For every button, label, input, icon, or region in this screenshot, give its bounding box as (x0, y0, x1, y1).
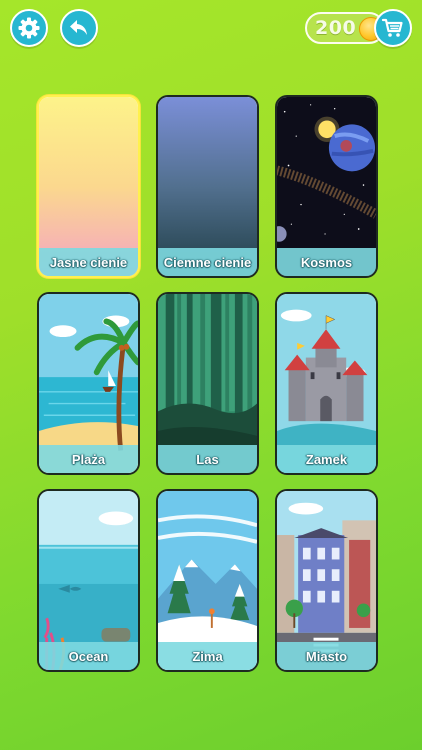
theme-label: Ciemne cienie (163, 254, 252, 270)
theme-card-city[interactable]: Miasto (275, 489, 378, 672)
theme-card-beach[interactable]: Plaża (37, 292, 140, 475)
theme-label-bar: Zamek (277, 445, 376, 473)
theme-label-bar: Zima (158, 642, 257, 670)
theme-label: Las (196, 451, 219, 467)
gear-icon (18, 17, 40, 39)
theme-label-bar: Miasto (277, 642, 376, 670)
theme-label-bar: Las (158, 445, 257, 473)
theme-label: Miasto (305, 648, 348, 664)
theme-card-ocean[interactable]: Ocean (37, 489, 140, 672)
theme-label-bar: Jasne cienie (39, 248, 138, 276)
theme-label: Zima (192, 648, 223, 664)
settings-button[interactable] (10, 9, 48, 47)
theme-label: Zamek (305, 451, 348, 467)
theme-label-bar: Ocean (39, 642, 138, 670)
back-button[interactable] (60, 9, 98, 47)
theme-card-space[interactable]: Kosmos (275, 95, 378, 278)
theme-label: Jasne cienie (49, 254, 128, 270)
theme-card-castle[interactable]: Zamek (275, 292, 378, 475)
theme-label: Ocean (68, 648, 109, 664)
theme-label-bar: Ciemne cienie (158, 248, 257, 276)
theme-card-forest[interactable]: Las (156, 292, 259, 475)
theme-label: Kosmos (300, 254, 353, 270)
theme-label: Plaża (71, 451, 106, 467)
theme-label-bar: Kosmos (277, 248, 376, 276)
undo-arrow-icon (70, 20, 87, 35)
coin-count: 200 (315, 17, 357, 39)
theme-card-winter[interactable]: Zima (156, 489, 259, 672)
shop-button[interactable] (374, 9, 412, 47)
coin-balance: 200 (305, 12, 385, 44)
theme-card-light-shadows[interactable]: Jasne cienie (37, 95, 140, 278)
theme-card-dark-shadows[interactable]: Ciemne cienie (156, 95, 259, 278)
shopping-cart-icon (381, 18, 403, 37)
theme-label-bar: Plaża (39, 445, 138, 473)
